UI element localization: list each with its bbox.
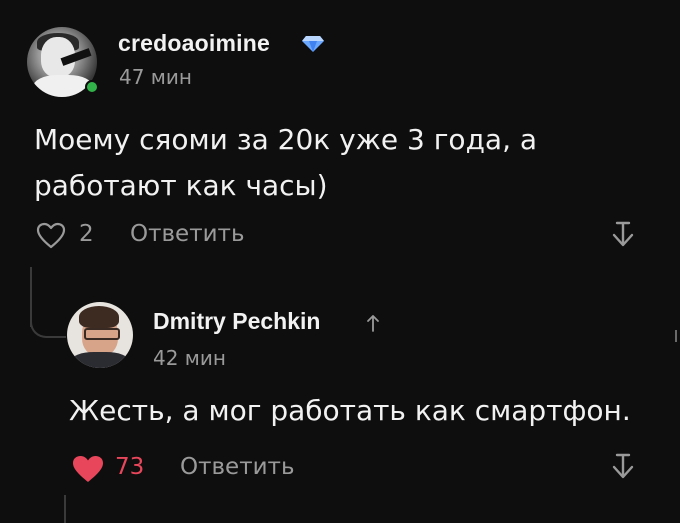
collapse-thread-icon[interactable] [610,220,636,250]
thread-branch [30,300,66,338]
comment-text: Жесть, а мог работать как смартфон. [69,394,631,427]
like-count: 2 [79,221,94,247]
online-status-icon [85,80,99,94]
avatar-body [71,352,129,368]
thread-line [64,495,66,523]
comment-author[interactable]: credoaoimine [118,30,270,57]
comment-time: 47 мин [119,65,192,89]
heart-icon[interactable] [71,454,105,484]
comment-author[interactable]: Dmitry Pechkin [153,308,320,335]
scrollbar-thumb[interactable] [675,330,677,342]
avatar-glasses [84,328,120,340]
avatar-hair [79,306,119,328]
comment-text: Моему сяоми за 20к уже 3 года, а работаю… [34,123,538,202]
reply-button[interactable]: Ответить [130,221,245,247]
heart-icon[interactable] [36,222,66,250]
reply-button[interactable]: Ответить [180,454,295,480]
avatar[interactable] [67,302,133,368]
like-count: 73 [115,454,145,480]
collapse-thread-icon[interactable] [610,452,636,482]
diamond-icon [302,36,324,52]
comment-time: 42 мин [153,346,226,370]
up-arrow-icon [367,315,379,332]
avatar-body [33,75,93,97]
